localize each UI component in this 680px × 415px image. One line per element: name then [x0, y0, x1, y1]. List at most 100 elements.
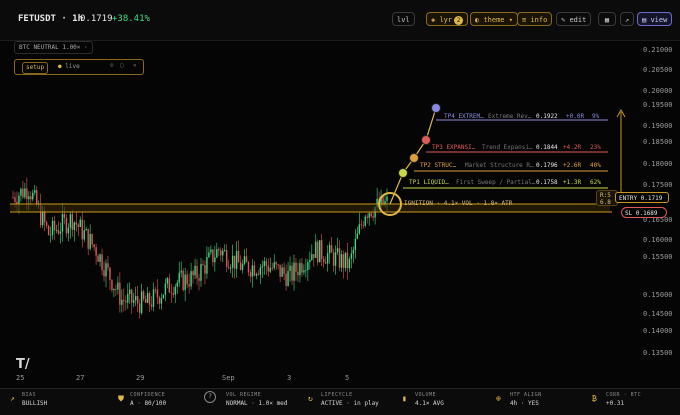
setup-toggle[interactable]: setup	[22, 62, 49, 74]
sl-price: 0.1689	[635, 210, 658, 217]
tp3-prob: 23%	[590, 144, 601, 151]
theme-button[interactable]: ◐ theme ▾	[470, 12, 518, 26]
candle-body	[180, 270, 182, 273]
candle-body	[311, 254, 313, 261]
candle-body	[233, 255, 236, 269]
tp1-marker	[398, 168, 408, 178]
candle-body	[178, 272, 180, 283]
candle-body	[307, 262, 309, 271]
tp1-price: 0.1758	[536, 179, 558, 186]
stat-label: BIAS	[22, 392, 37, 398]
candle-body	[83, 230, 85, 240]
candle-body	[210, 249, 212, 253]
candle-body	[73, 222, 76, 230]
candle-body	[245, 256, 248, 263]
candle-body	[57, 229, 60, 234]
stat-label: VOLUME	[415, 392, 437, 398]
stat-value: BULLISH	[22, 400, 48, 407]
candle-body	[47, 225, 50, 236]
help-icon[interactable]: ?	[204, 391, 216, 403]
candle-body	[41, 211, 44, 226]
grid-button[interactable]: ▦	[598, 12, 616, 26]
candle-body	[229, 267, 232, 269]
candle-body	[336, 248, 339, 253]
tp2-marker	[409, 153, 419, 163]
minimize-icon[interactable]: ▢	[120, 62, 124, 69]
candle-body	[65, 217, 68, 234]
candle-body	[136, 296, 139, 304]
stat-lifecycle: LIFECYCLE ACTIVE · in play	[321, 392, 379, 407]
candle-body	[214, 257, 216, 263]
candle-body	[206, 257, 208, 274]
candle-body	[289, 265, 291, 271]
candle-body	[208, 252, 210, 258]
candle-body	[269, 267, 271, 272]
pin-icon[interactable]: ⊙	[110, 62, 114, 69]
info-button[interactable]: ≡ info	[517, 12, 553, 26]
lyr-button[interactable]: ◈ lyr 2	[426, 12, 469, 26]
lvl-button[interactable]: lvl	[392, 12, 415, 26]
candle-body	[358, 224, 360, 234]
candle-body	[226, 250, 228, 267]
candle-body	[346, 252, 349, 269]
stat-label: CORR · BTC	[606, 392, 642, 398]
candle-body	[115, 288, 117, 290]
candle-body	[334, 252, 337, 266]
candle-body	[370, 213, 372, 217]
y-tick: 0.13500	[643, 349, 673, 357]
tp4-r: +0.0R	[566, 113, 585, 120]
candle-body	[26, 188, 28, 200]
candle-body	[247, 262, 250, 273]
candle-body	[186, 274, 188, 285]
candle-body	[222, 250, 224, 256]
edit-button[interactable]: ✎ edit	[556, 12, 592, 26]
info-label: info	[530, 16, 548, 24]
tp4-name: TP4 EXTREM…	[444, 113, 484, 120]
candle-body	[338, 248, 341, 268]
candle-body	[36, 190, 38, 205]
candle-body	[360, 224, 362, 226]
candle-body	[87, 228, 89, 249]
candle-body	[220, 250, 222, 256]
candle-body	[97, 255, 99, 262]
candle-body	[309, 260, 311, 263]
stat-label: LIFECYCLE	[321, 392, 353, 398]
symbol-label[interactable]: FETUSDT · 1h	[18, 14, 83, 24]
candle-body	[204, 264, 206, 274]
candle-body	[218, 249, 220, 251]
lyr-count-badge: 2	[454, 16, 464, 25]
candle-body	[324, 262, 327, 264]
candle-body	[364, 216, 366, 226]
tp2-desc: Market Structure R…	[465, 162, 534, 169]
pencil-icon: ✎	[561, 16, 566, 24]
price-chart[interactable]: T/	[0, 40, 680, 388]
candle-body	[123, 299, 125, 302]
candle-body	[18, 195, 20, 205]
rr-value: 6.8	[600, 199, 611, 206]
candle-body	[85, 228, 87, 231]
candle-body	[305, 270, 307, 271]
candle-body	[148, 293, 151, 305]
live-toggle[interactable]: ● live	[58, 63, 80, 70]
close-icon[interactable]: ✕	[133, 62, 137, 69]
candle-body	[107, 263, 109, 268]
candle-body	[253, 265, 256, 276]
expand-button[interactable]: ↗	[620, 12, 634, 26]
candle-body	[142, 291, 145, 299]
candle-body	[301, 263, 303, 273]
candle-body	[241, 263, 244, 270]
y-tick: 0.14000	[643, 327, 673, 335]
stat-value: 4.1× AVG	[415, 400, 444, 407]
stat-value: 4h · YES	[510, 400, 539, 407]
x-tick: 5	[345, 374, 350, 382]
candle-body	[63, 214, 66, 218]
candle-body	[328, 245, 331, 254]
candle-body	[20, 188, 22, 196]
candle-body	[154, 289, 157, 291]
candle-body	[237, 251, 240, 263]
candle-body	[43, 211, 46, 223]
candle-body	[313, 254, 315, 258]
candle-body	[134, 296, 137, 301]
candle-body	[249, 272, 252, 277]
view-button[interactable]: ▤ view	[637, 12, 673, 26]
